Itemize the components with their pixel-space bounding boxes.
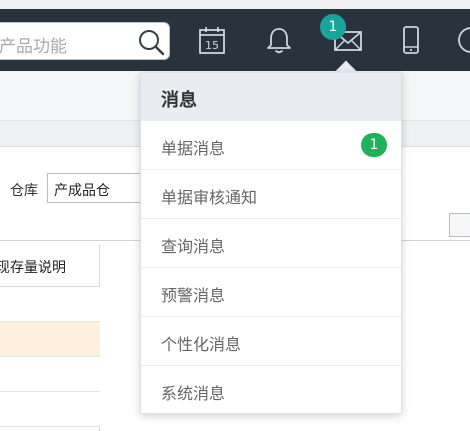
warehouse-value: 产成品仓 — [54, 183, 110, 199]
menu-item-approval-notices[interactable]: 单据审核通知 — [141, 170, 401, 219]
message-dropdown: 消息 单据消息 1 单据审核通知 查询消息 预警消息 个性化消息 系统消息 — [140, 72, 402, 414]
unread-count-badge: 1 — [361, 133, 387, 157]
top-navigation-bar: 产品功能 15 1 — [0, 9, 470, 71]
data-grid: 现存量说明 — [0, 245, 100, 431]
table-row[interactable] — [0, 392, 100, 427]
grid-header-label: 现存量说明 — [0, 260, 66, 276]
grid-header: 现存量说明 — [0, 245, 100, 287]
menu-item-label: 查询消息 — [161, 237, 226, 256]
table-row[interactable] — [0, 322, 100, 357]
menu-item-label: 单据审核通知 — [161, 188, 258, 207]
search-field[interactable]: 产品功能 — [0, 22, 170, 60]
warehouse-label: 仓库 — [10, 183, 38, 199]
table-row[interactable] — [0, 287, 100, 322]
warehouse-field[interactable]: 产成品仓 — [47, 173, 147, 203]
search-placeholder: 产品功能 — [0, 37, 67, 57]
calendar-icon[interactable]: 15 — [197, 25, 227, 55]
top-strip — [0, 0, 470, 9]
menu-item-system-messages[interactable]: 系统消息 — [141, 366, 401, 415]
menu-item-label: 个性化消息 — [161, 335, 242, 354]
help-icon[interactable] — [456, 25, 470, 55]
menu-item-alert-messages[interactable]: 预警消息 — [141, 268, 401, 317]
document-icon[interactable] — [449, 213, 470, 237]
menu-item-query-messages[interactable]: 查询消息 — [141, 219, 401, 268]
menu-item-document-messages[interactable]: 单据消息 1 — [141, 121, 401, 170]
table-row[interactable] — [0, 357, 100, 392]
menu-item-label: 系统消息 — [161, 384, 226, 403]
dropdown-title: 消息 — [161, 90, 197, 111]
app-window: 产品功能 15 1 仓库 产成品仓 现存量说明 消息 单据消息 1 单据审核通知… — [0, 0, 470, 431]
search-icon[interactable] — [137, 28, 165, 56]
menu-item-label: 预警消息 — [161, 286, 226, 305]
menu-item-label: 单据消息 — [161, 139, 226, 158]
dropdown-header: 消息 — [141, 73, 401, 121]
mobile-icon[interactable] — [396, 25, 426, 55]
bell-icon[interactable] — [264, 25, 294, 55]
mail-badge: 1 — [320, 14, 346, 40]
calendar-day: 15 — [205, 39, 219, 52]
menu-item-personal-messages[interactable]: 个性化消息 — [141, 317, 401, 366]
